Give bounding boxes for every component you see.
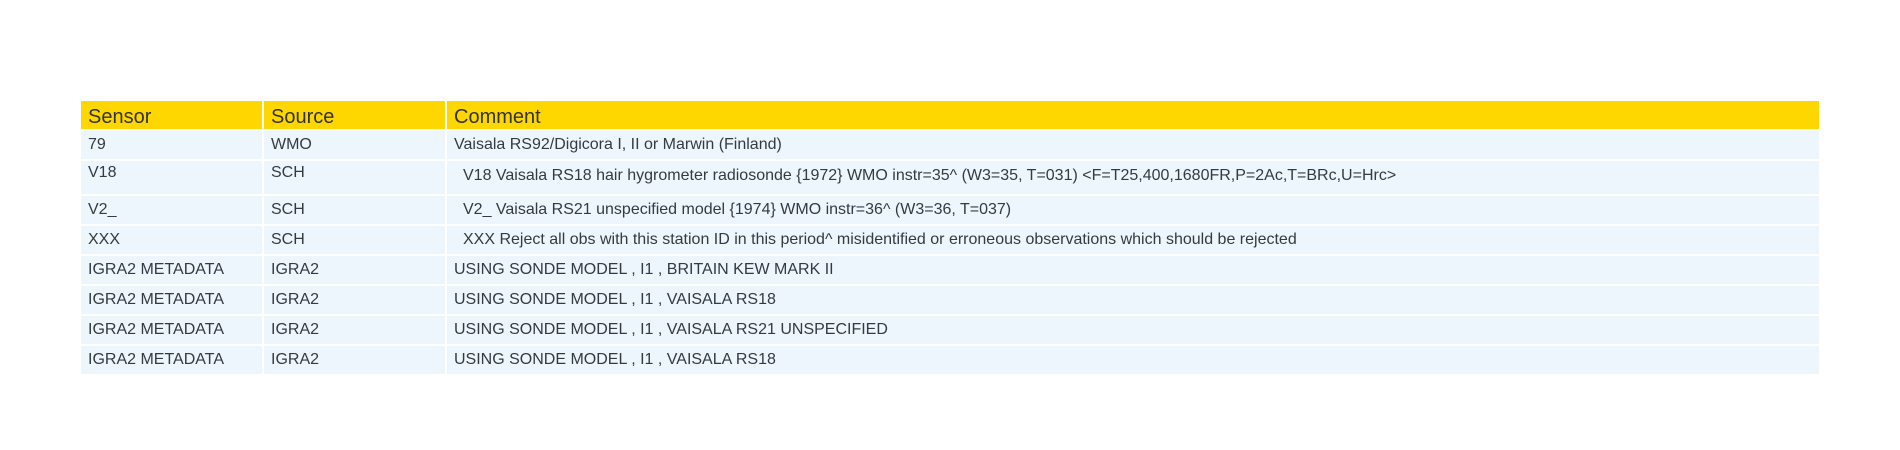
sensor-table-container: Sensor Source Comment 79 WMO Vaisala RS9… (81, 101, 1823, 374)
cell-comment: XXX Reject all obs with this station ID … (447, 226, 1819, 254)
cell-source: WMO (264, 131, 445, 159)
table-row: V2_ SCH V2_ Vaisala RS21 unspecified mod… (81, 196, 1819, 224)
cell-comment: Vaisala RS92/Digicora I, II or Marwin (F… (447, 131, 1819, 159)
cell-comment-text: V2_ Vaisala RS21 unspecified model {1974… (463, 201, 1012, 218)
cell-sensor: IGRA2 METADATA (81, 256, 262, 284)
cell-sensor: IGRA2 METADATA (81, 286, 262, 314)
cell-source: IGRA2 (264, 346, 445, 374)
cell-source: SCH (264, 226, 445, 254)
header-comment: Comment (447, 101, 1819, 129)
cell-comment-text: V18 Vaisala RS18 hair hygrometer radioso… (463, 167, 1397, 184)
cell-source: IGRA2 (264, 316, 445, 344)
cell-comment: USING SONDE MODEL , I1 , VAISALA RS18 (447, 286, 1819, 314)
cell-sensor: V2_ (81, 196, 262, 224)
cell-sensor: IGRA2 METADATA (81, 346, 262, 374)
cell-sensor: V18 (81, 161, 262, 194)
cell-source: IGRA2 (264, 286, 445, 314)
table-row: IGRA2 METADATA IGRA2 USING SONDE MODEL ,… (81, 346, 1819, 374)
table-row: IGRA2 METADATA IGRA2 USING SONDE MODEL ,… (81, 256, 1819, 284)
cell-source: SCH (264, 196, 445, 224)
table-row: XXX SCH XXX Reject all obs with this sta… (81, 226, 1819, 254)
cell-sensor: IGRA2 METADATA (81, 316, 262, 344)
table-row: IGRA2 METADATA IGRA2 USING SONDE MODEL ,… (81, 316, 1819, 344)
table-row: V18 SCH V18 Vaisala RS18 hair hygrometer… (81, 161, 1819, 194)
header-source: Source (264, 101, 445, 129)
cell-sensor: 79 (81, 131, 262, 159)
table-row: 79 WMO Vaisala RS92/Digicora I, II or Ma… (81, 131, 1819, 159)
cell-comment: USING SONDE MODEL , I1 , VAISALA RS18 (447, 346, 1819, 374)
header-sensor: Sensor (81, 101, 262, 129)
cell-source: IGRA2 (264, 256, 445, 284)
table-header-row: Sensor Source Comment (81, 101, 1819, 129)
sensor-table: Sensor Source Comment 79 WMO Vaisala RS9… (79, 99, 1821, 376)
cell-sensor: XXX (81, 226, 262, 254)
cell-comment: USING SONDE MODEL , I1 , BRITAIN KEW MAR… (447, 256, 1819, 284)
cell-comment-text: XXX Reject all obs with this station ID … (463, 231, 1297, 248)
cell-comment: V2_ Vaisala RS21 unspecified model {1974… (447, 196, 1819, 224)
table-row: IGRA2 METADATA IGRA2 USING SONDE MODEL ,… (81, 286, 1819, 314)
cell-source: SCH (264, 161, 445, 194)
cell-comment: V18 Vaisala RS18 hair hygrometer radioso… (447, 161, 1819, 194)
cell-comment: USING SONDE MODEL , I1 , VAISALA RS21 UN… (447, 316, 1819, 344)
